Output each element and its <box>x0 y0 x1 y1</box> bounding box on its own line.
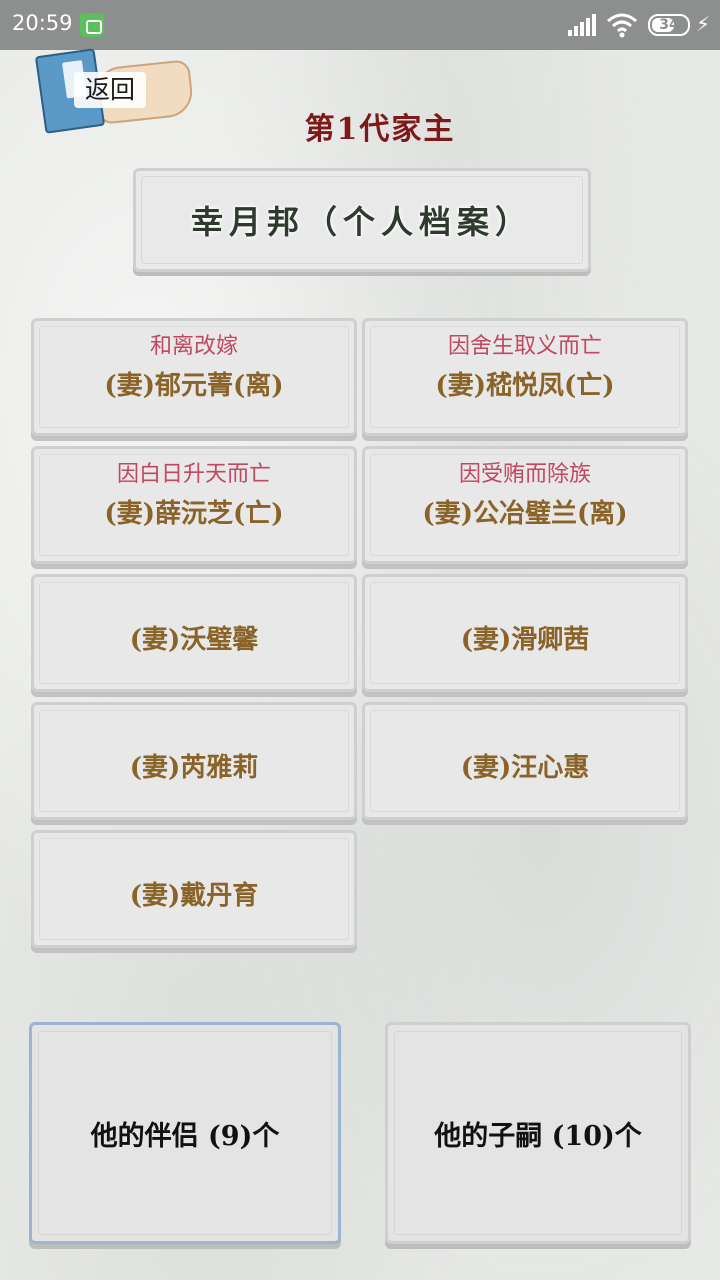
spouse-status: 因白日升天而亡 <box>116 462 271 487</box>
status-time: 20:59 <box>12 11 73 35</box>
charging-icon: ⚡ <box>696 12 711 36</box>
profile-name-button[interactable]: 幸月邦（个人档案） <box>133 168 591 272</box>
spouse-status: 因舍生取义而亡 <box>447 334 602 359</box>
status-bar: 20:59 34 ⚡ <box>0 0 720 50</box>
back-label: 返回 <box>74 72 146 108</box>
spouse-card[interactable]: (妻)沃璧馨 <box>31 574 357 692</box>
spouse-card[interactable]: (妻)戴丹育 <box>31 830 357 948</box>
spouse-status: 因受贿而除族 <box>458 462 591 487</box>
wifi-icon <box>607 13 637 38</box>
spouse-card[interactable]: 因受贿而除族 (妻)公冶璧兰(离) <box>362 446 688 564</box>
profile-name: 幸月邦（个人档案） <box>190 203 533 241</box>
spouse-name: (妻)嵇悦凤(亡) <box>435 371 615 401</box>
spouse-name: (妻)薛沅芝(亡) <box>104 499 284 529</box>
page-title: 第1代家主 <box>304 112 456 147</box>
spouse-name: (妻)汪心惠 <box>460 753 590 783</box>
battery-icon: 34 <box>648 14 690 36</box>
spouse-name: (妻)公冶璧兰(离) <box>422 499 628 529</box>
spouse-card[interactable]: (妻)滑卿茜 <box>362 574 688 692</box>
children-tab-button[interactable]: 他的子嗣 (10)个 <box>385 1022 691 1244</box>
spouse-card[interactable]: 因白日升天而亡 (妻)薛沅芝(亡) <box>31 446 357 564</box>
battery-level: 34 <box>659 17 679 33</box>
partners-tab-label: 他的伴侣 (9)个 <box>90 1120 280 1152</box>
spouse-name: (妻)戴丹育 <box>129 881 259 911</box>
spouse-card[interactable]: (妻)汪心惠 <box>362 702 688 820</box>
spouse-status: 和离改嫁 <box>149 334 238 359</box>
spouse-name: (妻)滑卿茜 <box>460 625 590 655</box>
signal-icon <box>568 14 596 36</box>
spouse-card[interactable]: 因舍生取义而亡 (妻)嵇悦凤(亡) <box>362 318 688 436</box>
children-tab-label: 他的子嗣 (10)个 <box>434 1120 642 1152</box>
app-notification-icon <box>80 13 104 37</box>
spouse-name: (妻)芮雅莉 <box>129 753 259 783</box>
spouse-name: (妻)沃璧馨 <box>129 625 259 655</box>
spouse-card[interactable]: 和离改嫁 (妻)郁元菁(离) <box>31 318 357 436</box>
spouse-card[interactable]: (妻)芮雅莉 <box>31 702 357 820</box>
partners-tab-button[interactable]: 他的伴侣 (9)个 <box>29 1022 341 1244</box>
spouse-name: (妻)郁元菁(离) <box>104 371 284 401</box>
